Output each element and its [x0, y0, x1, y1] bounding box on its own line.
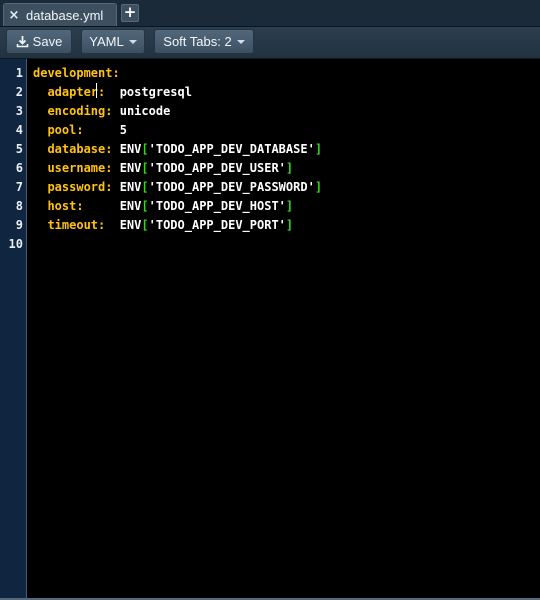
env-string: 'TODO_APP_DEV_HOST' — [148, 199, 286, 213]
code-line: timeout: ENV['TODO_APP_DEV_PORT'] — [33, 216, 322, 235]
open-bracket: [ — [141, 218, 149, 232]
indent-dropdown[interactable]: Soft Tabs: 2 — [154, 29, 254, 54]
line-number: 3 — [15, 104, 23, 118]
yaml-key: pool: — [33, 123, 84, 137]
download-icon — [16, 36, 28, 48]
yaml-value: ENV — [119, 218, 142, 232]
close-bracket: ] — [285, 218, 294, 232]
code-line: ​ — [33, 235, 322, 254]
env-string: 'TODO_APP_DEV_DATABASE' — [148, 142, 315, 156]
yaml-value: postgresql — [119, 85, 192, 99]
yaml-key: development: — [33, 66, 120, 80]
code-line: development:​ — [33, 64, 322, 83]
text-cursor — [96, 83, 97, 98]
code-line: password: ENV['TODO_APP_DEV_PASSWORD'] — [33, 178, 322, 197]
code-line: pool: 5 — [33, 121, 322, 140]
line-number: 5 — [15, 142, 23, 156]
save-button[interactable]: Save — [6, 29, 72, 54]
close-bracket: ] — [314, 180, 323, 194]
yaml-value: ENV — [119, 180, 142, 194]
line-number: 6 — [15, 161, 23, 175]
open-bracket: [ — [141, 142, 149, 156]
open-bracket: [ — [141, 161, 149, 175]
env-string: 'TODO_APP_DEV_USER' — [148, 161, 286, 175]
yaml-value: ENV — [119, 199, 142, 213]
yaml-value: 5 — [119, 123, 127, 137]
language-dropdown[interactable]: YAML — [81, 29, 145, 54]
code-editor[interactable]: 12345678910 development:​ adapter: postg… — [0, 59, 540, 600]
line-number: 9 — [15, 218, 23, 232]
line-number-gutter: 1 2 3 4 5 6 7 8 9 10 — [0, 59, 27, 600]
close-bracket: ] — [285, 161, 294, 175]
open-bracket: [ — [141, 199, 149, 213]
tab-bar: × database.yml + — [0, 0, 540, 27]
indent-label: Soft Tabs: 2 — [163, 34, 232, 49]
yaml-key: username: — [33, 161, 113, 175]
code-line: database: ENV['TODO_APP_DEV_DATABASE'] — [33, 140, 322, 159]
line-number: 10 — [8, 237, 23, 251]
code-line: host: ENV['TODO_APP_DEV_HOST'] — [33, 197, 322, 216]
yaml-value: ENV — [119, 142, 142, 156]
line-number: 7 — [15, 180, 23, 194]
line-number: 4 — [15, 123, 23, 137]
save-label: Save — [32, 34, 63, 49]
language-label: YAML — [89, 34, 124, 49]
line-number: 1 — [15, 66, 23, 80]
chevron-down-icon — [236, 39, 245, 44]
line-number: 2 — [15, 85, 23, 99]
tab-database-yml[interactable]: × database.yml — [3, 3, 117, 26]
yaml-value: unicode — [119, 104, 171, 118]
open-bracket: [ — [141, 180, 149, 194]
toolbar: Save YAML Soft Tabs: 2 — [0, 27, 540, 59]
yaml-key: adapter: — [33, 85, 106, 99]
yaml-value: ENV — [119, 161, 142, 175]
line-number: 8 — [15, 199, 23, 213]
yaml-key: host: — [33, 199, 84, 213]
yaml-key: database: — [33, 142, 113, 156]
yaml-key: password: — [33, 180, 113, 194]
new-tab-button[interactable]: + — [121, 4, 139, 22]
close-icon[interactable]: × — [4, 9, 24, 22]
code-line: username: ENV['TODO_APP_DEV_USER'] — [33, 159, 322, 178]
tab-label: database.yml — [26, 7, 104, 23]
yaml-key: encoding: — [33, 104, 113, 118]
code-line: encoding: unicode — [33, 102, 322, 121]
code-line: adapter: postgresql — [33, 83, 322, 102]
code-area[interactable]: development:​ adapter: postgresql encodi… — [33, 64, 322, 254]
env-string: 'TODO_APP_DEV_PASSWORD' — [148, 180, 315, 194]
close-bracket: ] — [285, 199, 294, 213]
yaml-key: timeout: — [33, 218, 106, 232]
env-string: 'TODO_APP_DEV_PORT' — [148, 218, 286, 232]
close-bracket: ] — [314, 142, 323, 156]
chevron-down-icon — [128, 39, 137, 44]
